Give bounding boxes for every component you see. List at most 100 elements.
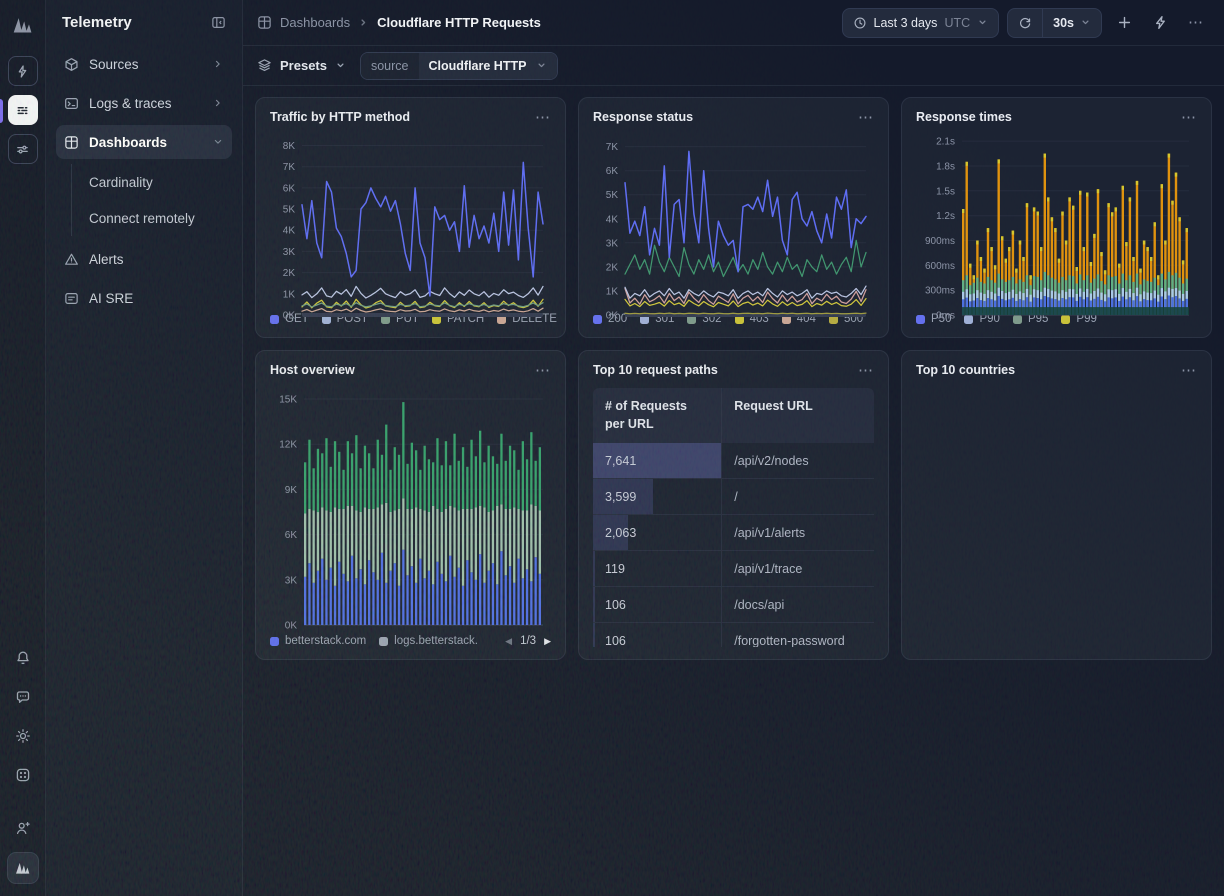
request-path-row[interactable]: 2,063/api/v1/alerts [593,515,874,551]
refresh-control: 30s [1007,8,1102,38]
request-path-row[interactable]: 3,599 / [593,479,874,515]
legend-pager: ◀ 1/3 ▶ [505,635,551,647]
svg-text:12K: 12K [279,440,297,451]
svg-text:2K: 2K [283,268,296,279]
request-count-cell: 106 [593,623,722,647]
cube-icon [64,57,79,72]
refresh-interval-select[interactable]: 30s [1043,9,1101,37]
sidebar-item-label: AI SRE [89,291,224,306]
chevron-right-icon [212,58,224,70]
settings-rail-button[interactable] [8,134,38,164]
alert-triangle-icon [64,252,79,267]
traffic-by-http-method-chart: 8K7K6K5K4K3K2K1K0K [270,129,551,309]
betterstack-logo-icon [8,10,38,40]
invite-user-icon[interactable] [8,813,38,843]
dashboard-grid-icon [257,15,272,30]
svg-text:7K: 7K [283,162,296,173]
main-content: Dashboards Cloudflare HTTP Requests Last… [243,0,1224,896]
request-url-cell: /api/v1/alerts [722,515,874,550]
sidebar-item-logs-traces[interactable]: Logs & traces [56,86,232,120]
breadcrumb-dashboards-link[interactable]: Dashboards [280,15,350,30]
filter-bar: Presets source Cloudflare HTTP [243,46,1224,86]
response-times-chart: 2.1s1.8s1.5s1.2s900ms600ms300ms0ms [916,129,1197,309]
card-more-button[interactable]: ⋯ [1181,363,1197,378]
more-options-button[interactable]: ⋯ [1182,9,1210,37]
pager-next-icon[interactable]: ▶ [544,636,551,647]
sidebar-item-ai-sre[interactable]: AI SRE [56,281,232,315]
source-filter[interactable]: source Cloudflare HTTP [360,52,558,80]
request-count-cell: 106 [593,587,722,622]
legend-label: betterstack.com [285,635,366,647]
svg-text:15K: 15K [279,395,297,406]
card-more-button[interactable]: ⋯ [535,363,551,378]
telemetry-rail-button[interactable] [8,95,38,125]
dashboard-grid: Traffic by HTTP method ⋯ 8K7K6K5K4K3K2K1… [243,86,1224,671]
chevron-right-icon [358,17,369,28]
request-count-value: 106 [605,598,626,612]
add-widget-button[interactable] [1110,9,1138,37]
chevron-down-icon [335,60,346,71]
card-host-overview: Host overview ⋯ 15K12K9K6K3K0K bettersta… [255,350,566,660]
svg-text:4K: 4K [606,214,619,225]
request-url-cell: / [722,479,874,514]
sidebar-item-label: Dashboards [89,135,202,150]
card-more-button[interactable]: ⋯ [1181,110,1197,125]
request-count-value: 3,599 [605,490,636,504]
sidebar-item-dashboards[interactable]: Dashboards [56,125,232,159]
notifications-bell-icon[interactable] [8,643,38,673]
card-response-times: Response times ⋯ 2.1s1.8s1.5s1.2s900ms60… [901,97,1212,338]
card-more-button[interactable]: ⋯ [535,110,551,125]
svg-text:1K: 1K [283,289,296,300]
sidebar-item-connect-remotely[interactable]: Connect remotely [72,200,232,236]
request-path-row[interactable]: 106/docs/api [593,587,874,623]
request-path-row[interactable]: 119/api/v1/trace [593,551,874,587]
request-count-value: 119 [605,562,625,576]
support-chat-icon[interactable] [8,682,38,712]
svg-text:4K: 4K [283,226,296,237]
request-path-row[interactable]: 106/forgotten-password [593,623,874,647]
chevron-down-icon [1080,17,1091,28]
request-path-row[interactable]: 7,641/api/v2/nodes [593,443,874,479]
request-count-cell: 2,063 [593,515,722,550]
svg-text:6K: 6K [283,183,296,194]
svg-text:300ms: 300ms [925,286,955,297]
source-filter-value: Cloudflare HTTP [429,59,527,73]
column-header-requests: # of Requests per URL [593,388,722,443]
svg-text:900ms: 900ms [925,236,955,247]
apps-grid-icon[interactable] [8,760,38,790]
svg-text:6K: 6K [285,530,298,541]
workspace-avatar[interactable] [7,852,39,884]
svg-text:1K: 1K [606,286,619,297]
request-count-value: 2,063 [605,526,636,540]
theme-sun-icon[interactable] [8,721,38,751]
sidebar-item-cardinality[interactable]: Cardinality [72,164,232,200]
card-title: Host overview [270,363,355,377]
pager-prev-icon[interactable]: ◀ [505,636,512,647]
svg-text:0K: 0K [285,621,298,632]
breadcrumb: Dashboards Cloudflare HTTP Requests [257,15,834,30]
card-more-button[interactable]: ⋯ [858,363,874,378]
svg-text:5K: 5K [283,205,296,216]
sidebar-item-sources[interactable]: Sources [56,47,232,81]
presets-dropdown[interactable]: Presets [257,58,346,73]
refresh-button[interactable] [1008,9,1042,37]
chart-legend: betterstack.com logs.betterstack. [270,635,478,647]
collapse-sidebar-icon[interactable] [211,15,226,30]
card-more-button[interactable]: ⋯ [858,110,874,125]
icon-rail [0,0,46,896]
time-range-picker[interactable]: Last 3 days UTC [842,8,1000,38]
request-count-value: 106 [605,634,626,648]
uptime-rail-button[interactable] [8,56,38,86]
svg-text:5K: 5K [606,190,619,201]
source-filter-key: source [361,53,419,79]
topbar: Dashboards Cloudflare HTTP Requests Last… [243,0,1224,46]
svg-text:600ms: 600ms [925,261,955,272]
sidebar-item-alerts[interactable]: Alerts [56,242,232,276]
legend-item-betterstack.com[interactable]: betterstack.com [270,635,366,647]
card-top-countries: Top 10 countries ⋯ [901,350,1212,660]
legend-item-logs.betterstack.[interactable]: logs.betterstack. [379,635,478,647]
svg-text:0K: 0K [283,311,296,322]
chevron-down-icon [977,17,988,28]
legend-swatch [270,637,279,646]
flash-actions-button[interactable] [1146,9,1174,37]
